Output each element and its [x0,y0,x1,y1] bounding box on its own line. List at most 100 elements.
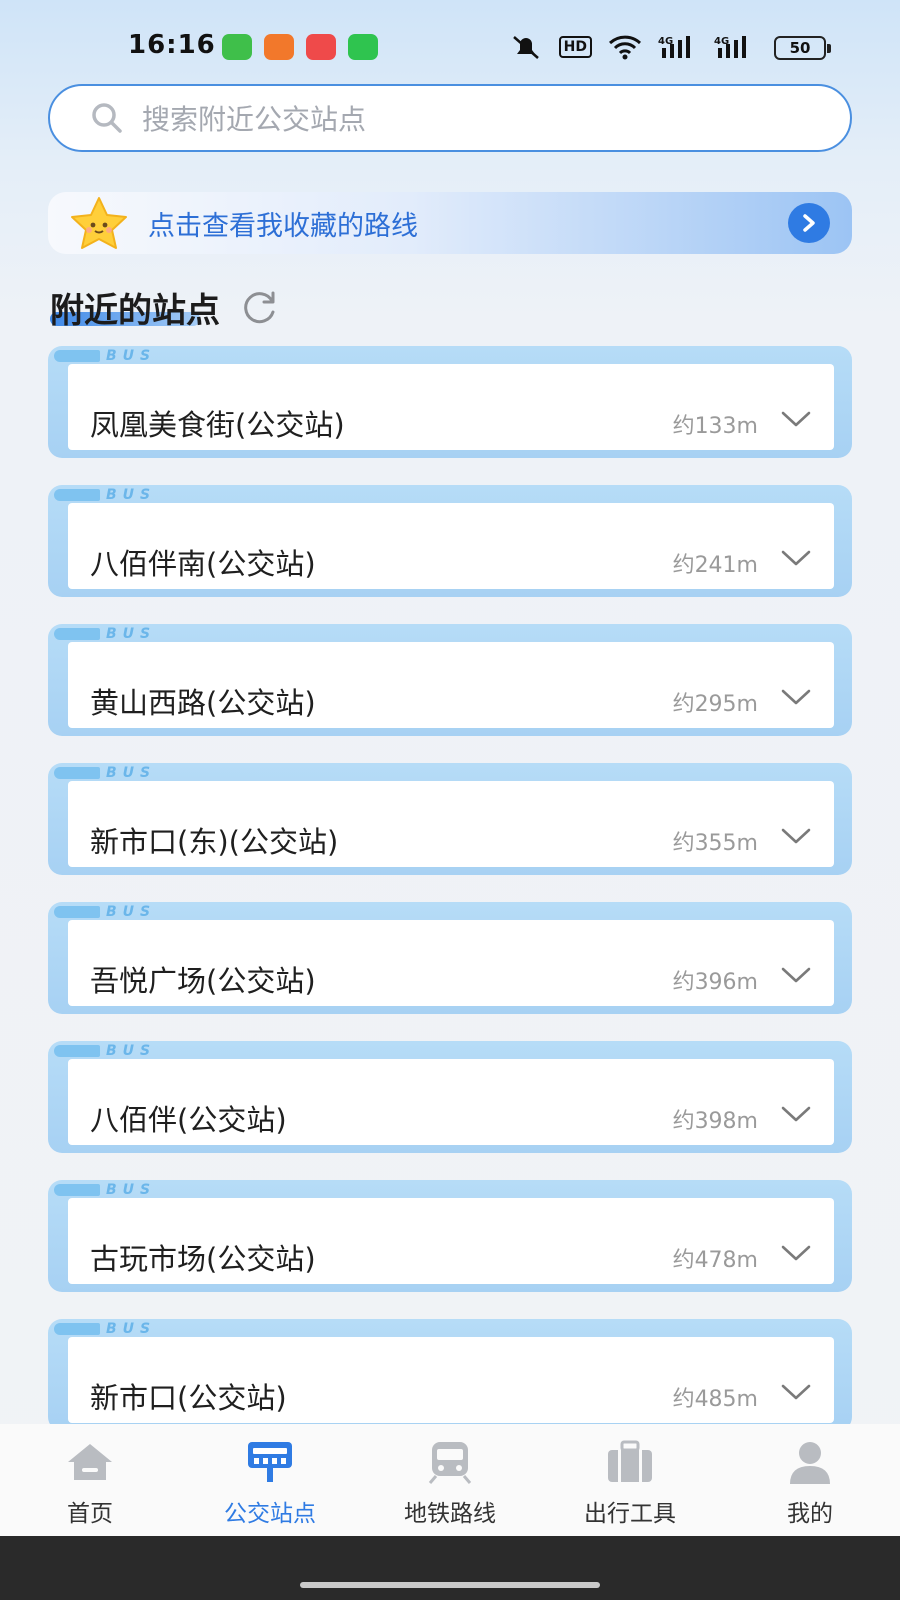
status-indicators: HD 4G 4G [509,32,812,62]
bus-badge-text: BUS [106,1321,157,1337]
station-distance: 约133m [672,414,758,439]
station-distance: 约478m [672,1248,758,1273]
station-card-body: 八佰伴南(公交站) 约241m [68,503,834,589]
station-card[interactable]: BUS 新市口(公交站) 约485m [48,1319,852,1431]
station-name: 黄山西路(公交站) [90,686,316,720]
bus-badge: BUS [54,348,156,364]
station-name: 凤凰美食街(公交站) [90,408,345,442]
bus-stop-icon [248,1442,292,1482]
chevron-down-icon[interactable] [780,1244,812,1262]
home-icon [68,1444,112,1480]
bus-badge-text: BUS [106,904,157,920]
bus-badge: BUS [54,904,156,920]
bus-badge-bar [54,1045,100,1057]
bus-badge-text: BUS [106,1182,157,1198]
station-card[interactable]: BUS 黄山西路(公交站) 约295m [48,624,852,736]
favorite-routes-label: 点击查看我收藏的路线 [148,210,418,242]
system-nav-bar [0,1536,900,1600]
chevron-down-icon[interactable] [780,1383,812,1401]
bus-badge: BUS [54,1182,156,1198]
chevron-down-icon[interactable] [780,549,812,567]
station-list: BUS 凤凰美食街(公交站) 约133m BUS 八佰伴南(公交站) 约241m BUS 黄山… [48,346,852,1458]
nav-label: 首页 [67,1501,113,1527]
station-distance: 约398m [672,1109,758,1134]
bus-badge-text: BUS [106,1043,157,1059]
station-card-body: 黄山西路(公交站) 约295m [68,642,834,728]
station-card-body: 古玩市场(公交站) 约478m [68,1198,834,1284]
signal-icon: 4G [714,34,754,60]
chevron-down-icon[interactable] [780,827,812,845]
bus-badge-bar [54,350,100,362]
messages-app-icon [222,34,252,60]
station-name: 吾悦广场(公交站) [90,964,316,998]
nav-item-profile[interactable]: 我的 [720,1424,900,1536]
star-icon [71,197,127,249]
bus-badge: BUS [54,626,156,642]
station-card[interactable]: BUS 凤凰美食街(公交站) 约133m [48,346,852,458]
bus-badge: BUS [54,487,156,503]
station-distance: 约295m [672,692,758,717]
station-card-body: 新市口(公交站) 约485m [68,1337,834,1423]
bus-badge-bar [54,767,100,779]
station-name: 新市口(公交站) [90,1381,287,1415]
nearby-stations-header: 附近的站点 [50,282,280,332]
station-name: 八佰伴(公交站) [90,1103,287,1137]
bus-badge-text: BUS [106,765,157,781]
chevron-down-icon[interactable] [780,966,812,984]
bus-badge-bar [54,628,100,640]
station-card[interactable]: BUS 新市口(东)(公交站) 约355m [48,763,852,875]
weibo-app-icon [264,34,294,60]
bus-badge-bar [54,489,100,501]
nav-label: 出行工具 [584,1501,676,1527]
status-bar: 16:16 HD 4G 4G 50 [0,0,900,96]
bus-badge-bar [54,906,100,918]
station-card-body: 凤凰美食街(公交站) 约133m [68,364,834,450]
shopping-app-icon [348,34,378,60]
bus-badge-bar [54,1323,100,1335]
favorite-routes-banner[interactable]: 点击查看我收藏的路线 [48,192,852,254]
subway-icon [428,1442,472,1484]
chevron-down-icon[interactable] [780,1105,812,1123]
wifi-icon [608,34,642,60]
station-card[interactable]: BUS 古玩市场(公交站) 约478m [48,1180,852,1292]
section-title: 附近的站点 [50,290,220,331]
bus-badge-bar [54,1184,100,1196]
battery-icon: 50 [774,36,831,60]
nav-item-home[interactable]: 首页 [0,1424,180,1536]
search-icon [92,103,122,133]
bus-badge-text: BUS [106,348,157,364]
station-card-body: 新市口(东)(公交站) 约355m [68,781,834,867]
station-distance: 约485m [672,1387,758,1412]
search-input[interactable]: 搜索附近公交站点 [48,84,852,152]
search-placeholder: 搜索附近公交站点 [142,103,367,136]
bus-badge-text: BUS [106,487,157,503]
station-distance: 约241m [672,553,758,578]
chevron-right-icon[interactable] [788,203,830,243]
chevron-down-icon[interactable] [780,410,812,428]
hd-icon: HD [558,34,592,60]
chevron-down-icon[interactable] [780,688,812,706]
station-name: 八佰伴南(公交站) [90,547,316,581]
nav-label: 公交站点 [224,1501,316,1527]
station-distance: 约396m [672,970,758,995]
nav-item-subway[interactable]: 地铁路线 [360,1424,540,1536]
station-card[interactable]: BUS 吾悦广场(公交站) 约396m [48,902,852,1014]
nav-item-travel-tools[interactable]: 出行工具 [540,1424,720,1536]
station-card-body: 吾悦广场(公交站) 约396m [68,920,834,1006]
bus-badge: BUS [54,1043,156,1059]
nav-item-bus-stops[interactable]: 公交站点 [180,1424,360,1536]
user-icon [790,1442,830,1484]
station-card[interactable]: BUS 八佰伴南(公交站) 约241m [48,485,852,597]
bus-badge: BUS [54,1321,156,1337]
nav-label: 地铁路线 [404,1501,496,1527]
bus-badge-text: BUS [106,626,157,642]
bottom-nav: 首页 公交站点 地铁路线 出行工具 我的 [0,1424,900,1536]
station-card-body: 八佰伴(公交站) 约398m [68,1059,834,1145]
station-card[interactable]: BUS 八佰伴(公交站) 约398m [48,1041,852,1153]
station-name: 古玩市场(公交站) [90,1242,316,1276]
nav-label: 我的 [787,1501,833,1527]
station-distance: 约355m [672,831,758,856]
toolbox-icon [608,1440,652,1482]
refresh-icon[interactable] [240,287,280,327]
home-indicator[interactable] [300,1582,600,1588]
